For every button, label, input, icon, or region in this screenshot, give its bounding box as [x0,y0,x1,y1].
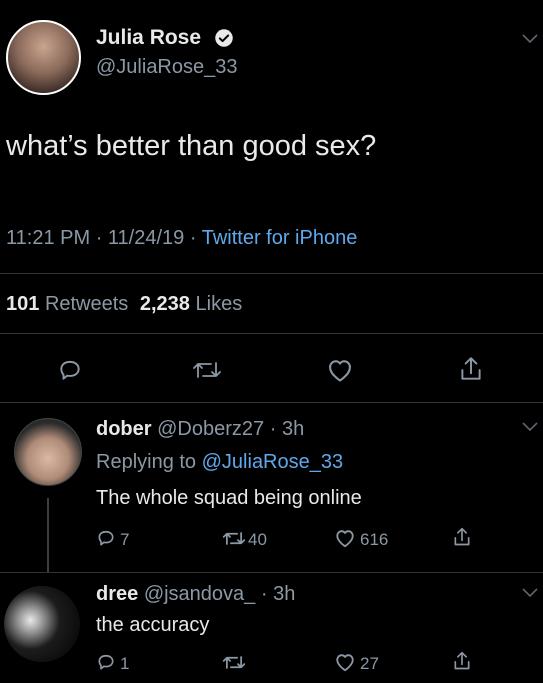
retweets-stat[interactable]: 101 Retweets [6,293,134,315]
verified-badge-icon [214,28,234,48]
reply-count: 7 [120,530,130,549]
reply-author-name[interactable]: dober [96,418,152,440]
divider [0,402,543,403]
retweets-count: 101 [6,293,40,315]
chevron-down-icon[interactable] [522,422,538,432]
like-count: 27 [360,654,379,673]
divider [0,273,543,274]
reply-age: 3h [281,418,305,440]
share-icon[interactable] [452,526,472,548]
chevron-down-icon[interactable] [522,34,538,44]
reply-icon[interactable] [57,357,83,383]
heart-icon[interactable] [326,357,354,383]
author-handle[interactable]: @JuliaRose_33 [96,56,238,79]
divider [0,572,543,573]
reply-icon[interactable] [96,652,116,672]
reply-age: 3h [273,583,296,605]
avatar[interactable] [4,586,80,662]
author-name[interactable]: Julia Rose [96,26,201,50]
chevron-down-icon[interactable] [522,588,538,598]
share-icon[interactable] [452,650,472,672]
replying-to: Replying to @JuliaRose_33 [96,451,343,474]
reply-text: The whole squad being online [96,487,362,509]
tweet-stats: 101 Retweets 2,238 Likes [6,293,242,316]
tweet-source[interactable]: Twitter for iPhone [202,227,358,249]
retweet-icon[interactable] [192,358,222,382]
reply-header: dree @jsandova_ · 3h [96,583,296,605]
tweet-meta: 11:21 PM · 11/24/19 · Twitter for iPhone [6,227,358,249]
tweet-text: what’s better than good sex? [6,130,377,162]
reply-icon[interactable] [96,528,116,548]
thread-line [47,498,49,572]
avatar[interactable] [14,418,82,486]
reply-count: 1 [120,654,130,673]
likes-count: 2,238 [139,293,190,315]
reply-author-handle[interactable]: @Doberz27 [157,418,264,440]
reply-text: the accuracy [96,614,210,636]
retweets-label: Retweets [44,293,129,315]
retweet-count: 40 [248,530,267,549]
reply-header: dober @Doberz27 · 3h [96,418,305,440]
avatar[interactable] [6,20,81,95]
replying-to-handle[interactable]: @JuliaRose_33 [202,451,344,473]
reply-author-name[interactable]: dree [96,583,138,605]
heart-icon[interactable] [334,528,356,548]
divider [0,333,543,334]
retweet-icon[interactable] [222,653,246,672]
tweet-time: 11:21 PM [6,227,91,249]
replying-to-label: Replying to [96,451,197,473]
likes-stat[interactable]: 2,238 Likes [140,293,242,315]
retweet-icon[interactable] [222,529,246,548]
heart-icon[interactable] [334,652,356,672]
tweet-date: 11/24/19 [107,227,185,249]
share-icon[interactable] [458,355,484,383]
reply-author-handle[interactable]: @jsandova_ [144,583,255,605]
like-count: 616 [360,530,389,549]
likes-label: Likes [195,293,243,315]
